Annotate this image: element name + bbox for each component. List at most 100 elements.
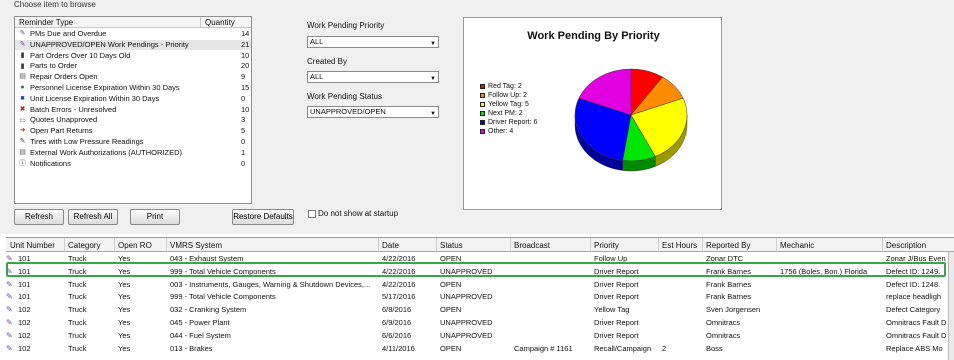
- quote-icon: ▭: [19, 116, 26, 124]
- reminder-label: UNAPPROVED/OPEN Work Pendings - Priority: [30, 39, 189, 49]
- reminder-row[interactable]: ■ Unit License Expiration Within 30 Days 0: [15, 94, 251, 105]
- grid-column-header[interactable]: Category: [68, 241, 100, 250]
- column-header-quantity[interactable]: Quantity: [205, 18, 235, 27]
- column-header-reminder-type[interactable]: Reminder Type: [19, 18, 73, 27]
- grid-column-header[interactable]: Mechanic: [780, 241, 814, 250]
- grid-column-header[interactable]: Unit Number: [10, 241, 55, 250]
- reminder-quantity: 20: [241, 61, 250, 71]
- reminder-quantity: 0: [241, 158, 246, 168]
- table-cell: Yes: [118, 318, 131, 327]
- reminder-row[interactable]: ● Personnel License Expiration Within 30 …: [15, 83, 251, 94]
- reminder-list-header: Reminder Type Quantity: [15, 17, 251, 28]
- table-cell: Recall/Campaign: [594, 343, 652, 353]
- grid-column-header[interactable]: Status: [440, 241, 463, 250]
- chevron-down-icon[interactable]: ▼: [430, 109, 436, 119]
- reminder-label: Quotes Unapproved: [30, 115, 98, 125]
- table-cell: Truck: [68, 292, 87, 302]
- column-separator: [510, 238, 511, 252]
- chart-legend: Red Tag: 2 Follow Up: 2 Yellow Tag: 5 Next …: [480, 82, 537, 136]
- reminder-quantity: 10: [241, 50, 250, 60]
- reminder-row[interactable]: ⓘ Notifications 0: [15, 159, 251, 170]
- notification-icon: ⓘ: [19, 159, 26, 167]
- reminder-row[interactable]: ✎ PMs Due and Overdue 14: [15, 29, 251, 40]
- restore-defaults-button[interactable]: Restore Defaults: [232, 209, 294, 225]
- grid-column-header[interactable]: Broadcast: [514, 241, 550, 250]
- reminder-quantity: 10: [241, 104, 250, 114]
- table-cell: Sven Jorgensen: [706, 305, 761, 315]
- refresh-button[interactable]: Refresh: [14, 209, 64, 225]
- table-row[interactable]: ✎ 102 Truck Yes 013 - Brakes 4/11/2016 OPEN Cam…: [6, 343, 954, 354]
- grid-column-header[interactable]: Priority: [594, 241, 619, 250]
- reminder-quantity: 14: [241, 29, 250, 38]
- return-icon: ➜: [19, 127, 26, 135]
- reminder-row[interactable]: ▤ External Work Authorizations (AUTHORIZE…: [15, 148, 251, 159]
- reminder-row[interactable]: ✎ Tires with Low Pressure Readings 0: [15, 137, 251, 148]
- legend-swatch: [480, 120, 485, 125]
- reminder-quantity: 15: [241, 83, 250, 92]
- refresh-all-button[interactable]: Refresh All: [68, 209, 118, 225]
- table-cell: Driver Report: [594, 292, 639, 302]
- reminder-row[interactable]: ▭ Quotes Unapproved 3: [15, 115, 251, 126]
- column-separator: [166, 238, 167, 252]
- grid-column-header[interactable]: Reported By: [706, 241, 750, 250]
- reminder-quantity: 0: [241, 137, 246, 146]
- column-separator: [64, 238, 65, 252]
- legend-swatch: [480, 93, 485, 98]
- tire-icon: ✎: [19, 138, 26, 146]
- column-separator: [590, 238, 591, 252]
- table-cell: Boss: [706, 343, 723, 353]
- table-row[interactable]: ✎ 101 Truck Yes 999 - Total Vehicle Componen…: [6, 291, 954, 302]
- table-cell: Omnitracs Fault D: [886, 318, 947, 327]
- table-cell: Yes: [118, 292, 131, 302]
- table-cell: Driver Report: [594, 330, 639, 340]
- reminder-label: Tires with Low Pressure Readings: [30, 137, 144, 146]
- status-filter-select[interactable]: UNAPPROVED/OPEN ▼: [307, 106, 439, 118]
- table-row[interactable]: ✎ 101 Truck Yes 003 - Instruments, Gauges, W…: [6, 279, 954, 290]
- status-filter-value: UNAPPROVED/OPEN: [310, 107, 386, 116]
- table-cell: UNAPPROVED: [440, 318, 493, 327]
- table-cell: Yes: [118, 279, 131, 289]
- grid-column-header[interactable]: Est Hours: [662, 241, 697, 250]
- table-row[interactable]: ✎ 102 Truck Yes 045 - Power Plant 6/9/2016 UNA…: [6, 317, 954, 328]
- created-by-filter-select[interactable]: ALL ▼: [307, 71, 439, 83]
- chevron-down-icon[interactable]: ▼: [430, 74, 436, 84]
- reminder-row[interactable]: ▮ Part Orders Over 10 Days Old 10: [15, 51, 251, 62]
- legend-swatch: [480, 84, 485, 89]
- print-button[interactable]: Print: [130, 209, 180, 225]
- work-order-icon: ✎: [6, 343, 13, 353]
- reminder-row[interactable]: ▤ Repair Orders Open 9: [15, 72, 251, 83]
- reminder-quantity: 0: [241, 93, 246, 103]
- grid-column-header[interactable]: VMRS System: [170, 241, 222, 250]
- chevron-down-icon[interactable]: ▼: [430, 39, 436, 49]
- priority-chart-panel: Work Pending By Priority Red Tag: 2 Follo…: [463, 17, 722, 210]
- grid-column-header[interactable]: Date: [382, 241, 399, 250]
- startup-checkbox[interactable]: [308, 210, 316, 218]
- table-cell: Driver Report: [594, 279, 639, 289]
- table-cell: 102: [18, 318, 31, 327]
- table-row[interactable]: ✎ 102 Truck Yes 032 - Cranking System 6/8/201…: [6, 304, 954, 315]
- vertical-scrollbar[interactable]: [948, 252, 954, 360]
- work-pending-grid[interactable]: Unit Number Category Open RO VMRS System Dat…: [6, 237, 954, 360]
- created-by-filter-value: ALL: [310, 72, 324, 81]
- legend-label: Yellow Tag: 5: [488, 101, 529, 108]
- table-cell: OPEN: [440, 343, 462, 353]
- wrench-icon: ✎: [19, 30, 26, 38]
- work-order-icon: ✎: [6, 330, 13, 340]
- reminder-row[interactable]: ▮ Parts to Order 20: [15, 61, 251, 72]
- grid-column-header[interactable]: Description: [886, 241, 926, 250]
- table-cell: Campaign # 1161: [514, 343, 573, 353]
- reminder-row[interactable]: ✖ Batch Errors - Unresolved 10: [15, 105, 251, 116]
- reminder-row[interactable]: ✎ UNAPPROVED/OPEN Work Pendings - Priorit…: [15, 39, 251, 51]
- legend-item: Follow Up: 2: [480, 91, 537, 100]
- reminder-list[interactable]: Reminder Type Quantity ✎ PMs Due and Over…: [14, 16, 252, 204]
- table-row[interactable]: ✎ 102 Truck Yes 044 - Fuel System 6/6/2016 UNA…: [6, 330, 954, 341]
- table-cell: 045 - Power Plant: [170, 318, 230, 327]
- table-cell: UNAPPROVED: [440, 330, 493, 340]
- grid-column-header[interactable]: Open RO: [118, 241, 152, 250]
- document-icon: ▤: [19, 73, 26, 81]
- reminder-row[interactable]: ➜ Open Part Returns 5: [15, 126, 251, 137]
- table-cell: OPEN: [440, 279, 462, 289]
- priority-filter-select[interactable]: ALL ▼: [307, 36, 439, 48]
- table-cell: replace headligh: [886, 292, 942, 302]
- document-icon: ▤: [19, 149, 26, 157]
